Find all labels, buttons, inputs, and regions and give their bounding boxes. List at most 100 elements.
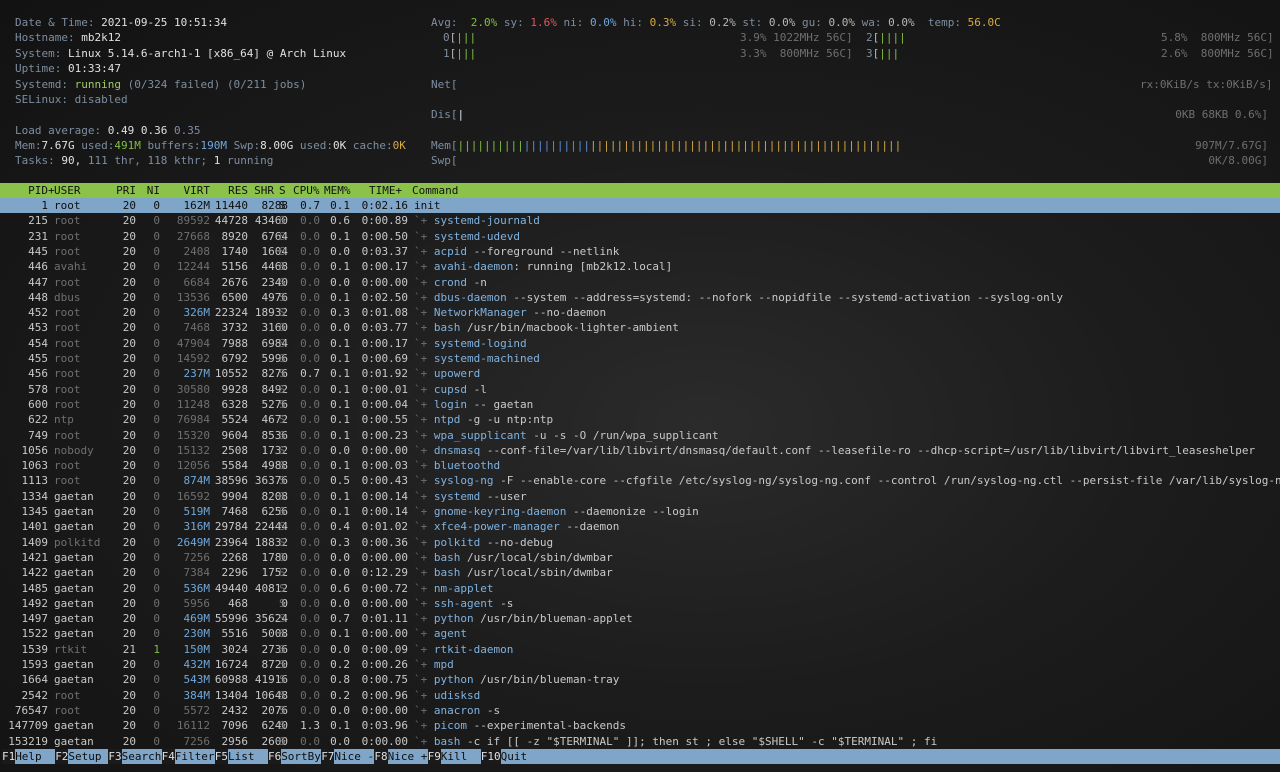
cell-mem: 0.0 — [330, 321, 350, 335]
cell-time: 0:01.92 — [361, 367, 408, 381]
cell-s: S — [279, 336, 286, 350]
table-row[interactable]: 76547 root 20 0 5572 2432 2076 S 0.0 0.0 0:00.00 `+… — [0, 703, 1280, 718]
table-row[interactable]: 1485 gaetan 20 0 536M 49440 40812 S 0.0 0.6 0:00.7… — [0, 581, 1280, 596]
table-row[interactable]: 447 root 20 0 6684 2676 2340 S 0.0 0.0 0:00.00 `+ c… — [0, 275, 1280, 290]
table-row[interactable]: 453 root 20 0 7468 3732 3160 S 0.0 0.0 0:03.77 `+ b… — [0, 320, 1280, 335]
table-row[interactable]: 1056 nobody 20 0 15132 2508 1732 S 0.0 0.0 0:00.00… — [0, 443, 1280, 458]
fkey-f10[interactable]: F10 — [480, 749, 501, 764]
table-row[interactable]: 2542 root 20 0 384M 13404 10648 S 0.0 0.2 0:00.96 `… — [0, 688, 1280, 703]
table-row[interactable]: 622 ntp 20 0 76984 5524 4672 S 0.0 0.1 0:00.55 `+ n… — [0, 412, 1280, 427]
header-pid[interactable]: PID — [0, 183, 48, 198]
fkey-label-setup[interactable]: Setup — [68, 749, 109, 764]
cell-cpu: 0.0 — [300, 596, 320, 610]
tree-branch-icon: `+ — [414, 489, 434, 503]
cpu-core-2: 2[|||| — [866, 31, 906, 44]
table-row[interactable]: 454 root 20 0 47904 7988 6984 S 0.0 0.1 0:00.17 `+ … — [0, 336, 1280, 351]
fkey-f9[interactable]: F9 — [427, 749, 441, 764]
header-time[interactable]: TIME+ — [369, 183, 402, 198]
cell-virt: 7256 — [183, 734, 211, 748]
fkey-label-list[interactable]: List — [228, 749, 268, 764]
table-row[interactable]: 1 root 20 0 162M 11440 8288 S 0.7 0.1 0:02.16 init — [0, 198, 1280, 213]
fkey-label-help[interactable]: Help — [15, 749, 56, 764]
cell-res: 49440 — [214, 581, 248, 595]
cell-ni: 0 — [153, 627, 160, 641]
fkey-label-sortby[interactable]: SortBy — [281, 749, 322, 764]
table-row[interactable]: 749 root 20 0 15320 9604 8536 S 0.0 0.1 0:00.23 `+ … — [0, 428, 1280, 443]
cell-pid: 445 — [28, 244, 48, 258]
cell-mem: 0.1 — [330, 505, 350, 518]
table-row[interactable]: 600 root 20 0 11248 6328 5276 S 0.0 0.1 0:00.04 `+ … — [0, 397, 1280, 412]
table-row[interactable]: 578 root 20 0 30580 9928 8492 S 0.0 0.1 0:00.01 `+ … — [0, 382, 1280, 397]
fkey-f8[interactable]: F8 — [374, 749, 388, 764]
table-row[interactable]: 1593 gaetan 20 0 432M 16724 8720 S 0.0 0.2 0:00.26… — [0, 657, 1280, 672]
cell-command: `+ bash /usr/local/sbin/dwmbar — [414, 550, 1280, 565]
fkey-label-nice-[interactable]: Nice + — [387, 749, 428, 764]
cell-command: `+ xfce4-power-manager --daemon — [414, 519, 1280, 534]
table-row[interactable]: 1401 gaetan 20 0 316M 29784 22444 S 0.0 0.4 0:01.0… — [0, 519, 1280, 534]
fkey-label-kill[interactable]: Kill — [440, 749, 481, 764]
cell-command: `+ syslog-ng -F --enable-core --cfgfile … — [414, 473, 1280, 488]
header-virt[interactable]: VIRT — [162, 183, 211, 198]
command-args: --user — [480, 489, 527, 503]
fkey-f1[interactable]: F1 — [2, 749, 16, 764]
cell-res: 2432 — [221, 703, 249, 717]
tree-branch-icon: `+ — [414, 459, 434, 473]
command-name: bash — [433, 550, 461, 564]
tree-branch-icon: `+ — [414, 397, 434, 411]
header-user[interactable]: USER — [54, 183, 81, 198]
header-mem[interactable]: MEM% — [324, 183, 351, 198]
fkey-f4[interactable]: F4 — [161, 749, 175, 764]
table-row[interactable]: 1063 root 20 0 12056 5584 4988 S 0.0 0.1 0:00.03 `+… — [0, 458, 1280, 473]
fkey-f2[interactable]: F2 — [55, 749, 69, 764]
table-row[interactable]: 231 root 20 0 27668 8920 6764 S 0.0 0.1 0:00.50 `+ … — [0, 229, 1280, 244]
table-row[interactable]: 448 dbus 20 0 13536 6500 4976 S 0.0 0.1 0:02.50 `+ … — [0, 290, 1280, 305]
cell-ni: 0 — [153, 382, 160, 396]
table-row[interactable]: 446 avahi 20 0 12244 5156 4468 S 0.0 0.1 0:00.17 `+… — [0, 259, 1280, 274]
header-res[interactable]: RES — [210, 183, 248, 198]
table-row[interactable]: 1664 gaetan 20 0 543M 60988 41916 S 0.0 0.8 0:00.7… — [0, 672, 1280, 687]
table-row[interactable]: 215 root 20 0 89592 44728 43460 S 0.0 0.6 0:00.89 `… — [0, 213, 1280, 228]
cell-virt: 237M — [183, 367, 211, 381]
fkey-f3[interactable]: F3 — [108, 749, 122, 764]
table-row[interactable]: 456 root 20 0 237M 10552 8276 S 0.7 0.1 0:01.92 `+ … — [0, 366, 1280, 381]
fkey-f7[interactable]: F7 — [321, 749, 335, 764]
table-row[interactable]: 1345 gaetan 20 0 519M 7468 6256 S 0.0 0.1 0:00.14 `… — [0, 504, 1280, 519]
table-row[interactable]: 1409 polkitd 20 0 2649M 23964 18832 S 0.0 0.3 0:00… — [0, 535, 1280, 550]
cell-pri: 20 — [122, 596, 136, 610]
table-row[interactable]: 1421 gaetan 20 0 7256 2268 1780 S 0.0 0.0 0:00.00 `… — [0, 550, 1280, 565]
fkey-label-filter[interactable]: Filter — [174, 749, 215, 764]
header-cpu[interactable]: CPU% — [293, 183, 320, 198]
table-row[interactable]: 1334 gaetan 20 0 16592 9904 8208 S 0.0 0.1 0:00.14… — [0, 489, 1280, 504]
cell-pri: 20 — [122, 275, 136, 289]
fkey-f6[interactable]: F6 — [268, 749, 282, 764]
table-row[interactable]: 1497 gaetan 20 0 469M 55996 35624 S 0.0 0.7 0:01.1… — [0, 611, 1280, 626]
header-ni[interactable]: NI — [138, 183, 160, 198]
header-pri[interactable]: PRI — [110, 183, 136, 198]
cell-time: 0:00.23 — [361, 428, 408, 442]
cell-pri: 20 — [122, 719, 136, 733]
fkey-label-quit[interactable]: Quit — [500, 749, 541, 764]
cell-s: S — [279, 688, 286, 702]
header-command[interactable]: Command — [412, 183, 458, 198]
table-row[interactable]: 1113 root 20 0 874M 38596 36376 S 0.0 0.5 0:00.43 `… — [0, 473, 1280, 488]
header-s[interactable]: S — [279, 183, 286, 198]
table-row[interactable]: 153219 gaetan 20 0 7256 2956 2600 S 0.0 0.0 0:00.0… — [0, 734, 1280, 749]
fkey-label-search[interactable]: Search — [121, 749, 162, 764]
table-row[interactable]: 452 root 20 0 326M 22324 18932 S 0.0 0.3 0:01.08 `+… — [0, 305, 1280, 320]
table-row[interactable]: 1492 gaetan 20 0 5956 468 0 S 0.0 0.0 0:00.00 `+ ss… — [0, 596, 1280, 611]
cell-cpu: 0.0 — [300, 428, 320, 442]
cell-pri: 20 — [122, 505, 136, 518]
cpu-stat-label: ni: — [563, 16, 590, 29]
header-shr[interactable]: SHR — [248, 183, 274, 198]
table-row[interactable]: 1539 rtkit 21 1 150M 3024 2736 S 0.0 0.0 0:00.09 `+… — [0, 642, 1280, 657]
table-row[interactable]: 445 root 20 0 2408 1740 1604 S 0.0 0.0 0:03.37 `+ a… — [0, 244, 1280, 259]
fkey-label-nice-[interactable]: Nice - — [334, 749, 375, 764]
fkey-f5[interactable]: F5 — [214, 749, 229, 764]
table-row[interactable]: 455 root 20 0 14592 6792 5996 S 0.0 0.1 0:00.69 `+ … — [0, 351, 1280, 366]
table-row[interactable]: 1522 gaetan 20 0 230M 5516 5008 S 0.0 0.1 0:00.00 `… — [0, 626, 1280, 641]
table-row[interactable]: 1422 gaetan 20 0 7384 2296 1752 S 0.0 0.0 0:12.29 `… — [0, 565, 1280, 580]
table-row[interactable]: 147709 gaetan 20 0 16112 7096 6240 S 1.3 0.1 0:03.… — [0, 718, 1280, 733]
cell-cpu: 0.0 — [300, 550, 320, 564]
process-table-header[interactable]: PID + USER PRI NI VIRT RES SHR S CPU% ME… — [0, 183, 1280, 198]
system-label: System: — [15, 47, 62, 60]
